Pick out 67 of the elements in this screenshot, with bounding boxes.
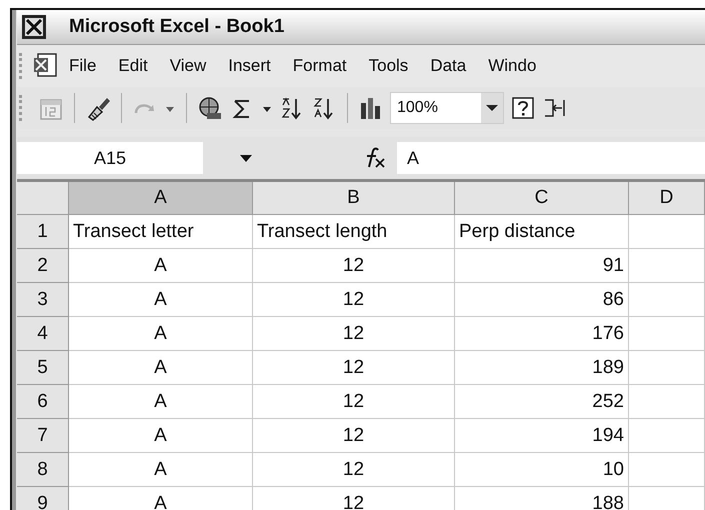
row-header[interactable]: 6 [17, 385, 69, 419]
empty-cell[interactable] [629, 215, 705, 249]
dropdown-arrow-icon [486, 105, 498, 111]
table-cell[interactable]: 12 [253, 419, 455, 453]
menu-item[interactable]: Tools [358, 54, 420, 78]
table-cell[interactable]: A [69, 317, 253, 351]
table-cell[interactable]: A [69, 385, 253, 419]
table-cell[interactable]: A [69, 249, 253, 283]
table-cell[interactable]: A [69, 487, 253, 510]
row-header[interactable]: 1 [17, 215, 69, 249]
table-cell[interactable]: Transect letter [69, 215, 253, 249]
menu-item[interactable]: Edit [107, 54, 159, 78]
table-cell[interactable]: Perp distance [455, 215, 629, 249]
row-header[interactable]: 3 [17, 283, 69, 317]
name-box[interactable]: A15 [17, 142, 203, 174]
column-header[interactable]: D [629, 182, 705, 215]
excel-logo-icon [21, 14, 47, 40]
row-header[interactable]: 4 [17, 317, 69, 351]
table-cell[interactable]: 12 [253, 385, 455, 419]
menu-item[interactable]: Data [419, 54, 478, 78]
empty-cell[interactable] [629, 453, 705, 487]
table-cell[interactable]: 86 [455, 283, 629, 317]
formula-field[interactable]: A [397, 142, 705, 174]
table-cell[interactable]: Transect length [253, 215, 455, 249]
document-icon[interactable] [32, 52, 58, 80]
dropdown-arrow-icon[interactable] [239, 153, 253, 163]
menu-item[interactable]: Insert [217, 54, 282, 78]
row-header[interactable]: 9 [17, 487, 69, 510]
empty-cell[interactable] [629, 419, 705, 453]
table-cell[interactable]: 12 [253, 453, 455, 487]
menu-item[interactable]: View [158, 54, 218, 78]
zoom-dropdown[interactable]: 100% [390, 92, 504, 124]
table-cell[interactable]: A [69, 351, 253, 385]
table-cell[interactable]: 194 [455, 419, 629, 453]
row-header[interactable]: 8 [17, 453, 69, 487]
row-header[interactable]: 5 [17, 351, 69, 385]
column-header[interactable]: A [69, 182, 253, 215]
empty-cell[interactable] [629, 385, 705, 419]
table-cell[interactable]: 12 [253, 317, 455, 351]
menu-item[interactable]: Windo [477, 54, 548, 78]
menu-item[interactable]: File [58, 54, 108, 78]
table-cell[interactable]: 188 [455, 487, 629, 510]
row-header[interactable]: 7 [17, 419, 69, 453]
empty-cell[interactable] [629, 317, 705, 351]
table-cell[interactable]: 10 [455, 453, 629, 487]
menu-item[interactable]: Format [282, 54, 358, 78]
table-cell[interactable]: A [69, 419, 253, 453]
table-cell[interactable]: 12 [253, 351, 455, 385]
help-icon[interactable] [510, 95, 536, 121]
window-title: Microsoft Excel - Book1 [69, 16, 284, 38]
column-header[interactable]: B [253, 182, 455, 215]
empty-cell[interactable] [629, 249, 705, 283]
table-cell[interactable]: A [69, 453, 253, 487]
globe-icon[interactable] [197, 95, 223, 121]
table-cell[interactable]: 189 [455, 351, 629, 385]
empty-cell[interactable] [629, 283, 705, 317]
table-cell[interactable]: 91 [455, 249, 629, 283]
paintbrush-icon[interactable] [85, 95, 111, 121]
table-cell[interactable]: 252 [455, 385, 629, 419]
table-cell[interactable]: 12 [253, 249, 455, 283]
table-cell[interactable]: A [69, 283, 253, 317]
table-cell[interactable]: 12 [253, 283, 455, 317]
column-header[interactable]: C [455, 182, 629, 215]
table-cell[interactable]: 12 [253, 487, 455, 510]
empty-cell[interactable] [629, 351, 705, 385]
table-cell[interactable]: 176 [455, 317, 629, 351]
row-header[interactable]: 2 [17, 249, 69, 283]
